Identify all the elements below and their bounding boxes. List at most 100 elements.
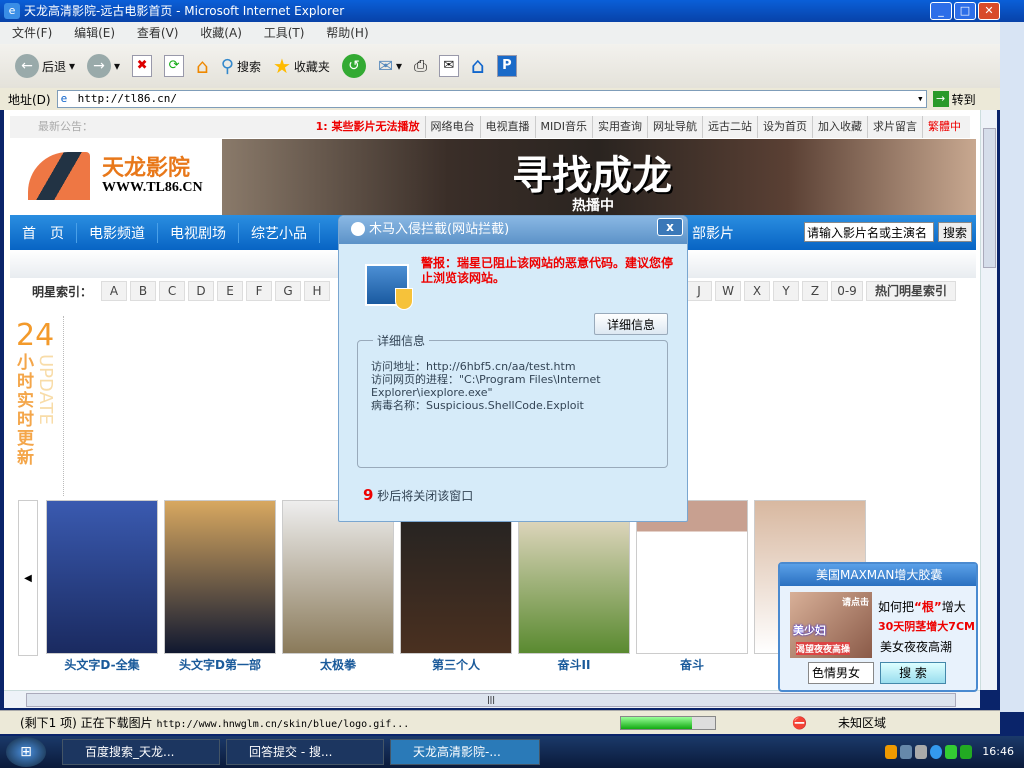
top-link[interactable]: 远古二站 [702, 116, 757, 138]
poster-item[interactable]: 奋斗 [636, 500, 748, 673]
star-key[interactable]: D [188, 281, 215, 301]
top-link[interactable]: MIDI音乐 [534, 116, 592, 138]
blocked-icon: ⛔ [792, 716, 807, 730]
top-link[interactable]: 电视直播 [479, 116, 535, 138]
top-link[interactable]: 繁體中 [922, 116, 966, 138]
antivirus-icon[interactable] [945, 745, 957, 759]
go-button[interactable]: → 转到 [932, 91, 976, 108]
mail-icon: ✉ [377, 55, 394, 77]
star-key[interactable]: Y [773, 281, 800, 301]
site-logo[interactable]: 天龙影院 WWW.TL86.CN [10, 138, 222, 215]
address-input[interactable]: e http://tl86.cn/▾ [56, 90, 927, 108]
notice-text[interactable]: 1: 某些影片无法播放 [311, 116, 425, 138]
stop-button[interactable]: ✖ [129, 55, 155, 77]
network-icon[interactable] [900, 745, 912, 759]
nav-movies[interactable]: 电影频道 [77, 222, 158, 243]
taskbar-item[interactable]: 百度搜索_天龙... [62, 739, 220, 765]
window-title-bar: e 天龙高清影院-远古电影首页 - Microsoft Internet Exp… [0, 0, 1024, 22]
nav-variety[interactable]: 综艺小品 [239, 222, 320, 243]
printer-icon: ⎙ [414, 56, 427, 75]
volume-icon[interactable] [915, 745, 927, 759]
star-key[interactable]: H [304, 281, 331, 301]
dialog-warning: 警报：瑞星已阻止该网站的恶意代码。建议您停止浏览该网站。 [421, 256, 674, 285]
star-key[interactable]: E [217, 281, 244, 301]
nav-tv[interactable]: 电视剧场 [158, 222, 239, 243]
top-link[interactable]: 加入收藏 [812, 116, 867, 138]
ad-search-button[interactable]: 搜 索 [880, 662, 946, 684]
star-key[interactable]: G [275, 281, 302, 301]
menu-tools[interactable]: 工具(T) [264, 26, 305, 40]
print-button[interactable]: ⎙ [411, 56, 430, 76]
banner[interactable]: 寻找成龙 热播中 [222, 139, 976, 215]
star-key[interactable]: 0-9 [831, 281, 864, 301]
site-header: 天龙影院 WWW.TL86.CN 寻找成龙 热播中 [10, 138, 976, 215]
dropdown-arrow-icon[interactable]: ▾ [917, 91, 924, 107]
site-search-input[interactable] [803, 222, 934, 242]
home-button[interactable]: ⌂ [193, 54, 212, 78]
top-link[interactable]: 设为首页 [757, 116, 812, 138]
mail-button[interactable]: ✉ ▾ [375, 56, 405, 77]
notice-label: 最新公告： [38, 120, 93, 133]
taskbar-item-active[interactable]: 天龙高清影院-... [390, 739, 540, 765]
star-key[interactable]: Z [802, 281, 829, 301]
top-link[interactable]: 网址导航 [647, 116, 702, 138]
star-key[interactable]: C [159, 281, 186, 301]
refresh-button[interactable]: ⟳ [161, 55, 187, 77]
go-arrow-icon: → [932, 91, 949, 107]
top-link[interactable]: 实用查询 [592, 116, 647, 138]
dialog-close-button[interactable]: x [657, 218, 683, 236]
poster-item[interactable]: 太极拳 [282, 500, 394, 673]
poster-item[interactable]: 奋斗II [518, 500, 630, 673]
nav-films[interactable]: 部影片 [680, 223, 746, 243]
ie-tray-icon[interactable] [930, 745, 942, 759]
vertical-scrollbar[interactable] [980, 110, 997, 690]
rising-logo-icon [351, 222, 365, 236]
hot-stars-link[interactable]: 热门明星索引 [866, 281, 957, 301]
poster-item[interactable]: 第三个人 [400, 500, 512, 673]
poster-item[interactable]: 头文字D第一部 [164, 500, 276, 673]
maximize-button[interactable]: □ [954, 2, 976, 20]
minimize-button[interactable]: _ [930, 2, 952, 20]
back-button[interactable]: ← 后退 ▾ [12, 54, 78, 78]
details-button[interactable]: 详细信息 [594, 313, 668, 335]
home2-button[interactable]: ⌂ [468, 54, 488, 79]
window-title: 天龙高清影院-远古电影首页 - Microsoft Internet Explo… [24, 4, 345, 18]
menu-view[interactable]: 查看(V) [137, 26, 179, 40]
clock: 16:46 [982, 745, 1014, 758]
menu-file[interactable]: 文件(F) [12, 26, 52, 40]
poster-item[interactable]: 头文字D-全集 [46, 500, 158, 673]
horizontal-scrollbar[interactable]: ||| [4, 690, 980, 708]
messenger-button[interactable]: ✉ [436, 55, 462, 77]
menu-help[interactable]: 帮助(H) [326, 26, 368, 40]
site-search-button[interactable]: 搜索 [937, 222, 972, 242]
start-button[interactable]: ⊞ [6, 737, 46, 767]
scroll-thumb[interactable] [983, 128, 996, 268]
favorites-button[interactable]: ★ 收藏夹 [270, 54, 333, 78]
menu-edit[interactable]: 编辑(E) [74, 26, 115, 40]
close-button[interactable]: ✕ [978, 2, 1000, 20]
nav-home[interactable]: 首 页 [10, 222, 77, 243]
ad-search-input[interactable]: 色情男女 [808, 662, 874, 684]
top-link[interactable]: 网络电台 [424, 116, 480, 138]
history-button[interactable]: ↺ [339, 54, 369, 78]
search-button[interactable]: ⚲ 搜索 [218, 56, 264, 77]
carousel-left-arrow-icon[interactable]: ◀ [18, 500, 38, 656]
star-key[interactable]: B [130, 281, 157, 301]
p-button[interactable]: P [494, 55, 520, 77]
forward-button[interactable]: → ▾ [84, 54, 123, 78]
popup-ad[interactable]: 美国MAXMAN增大胶囊 请点击 美少妇 渴望夜夜高操 如何把“根”增大 30天… [778, 562, 978, 692]
star-key[interactable]: F [246, 281, 273, 301]
address-bar: 地址(D) e http://tl86.cn/▾ → 转到 [0, 88, 1000, 110]
star-key[interactable]: A [101, 281, 128, 301]
menu-favorites[interactable]: 收藏(A) [200, 26, 242, 40]
star-key[interactable]: J [686, 281, 713, 301]
countdown: 9 秒后将关闭该窗口 [363, 486, 474, 504]
taskbar-item[interactable]: 回答提交 - 搜... [226, 739, 384, 765]
star-key[interactable]: W [715, 281, 742, 301]
scroll-thumb[interactable]: ||| [26, 693, 956, 707]
star-key[interactable]: X [744, 281, 771, 301]
ad-image[interactable]: 请点击 美少妇 渴望夜夜高操 [790, 592, 872, 658]
qq-icon[interactable] [885, 745, 897, 759]
umbrella-icon[interactable] [960, 745, 972, 759]
top-link[interactable]: 求片留言 [867, 116, 922, 138]
